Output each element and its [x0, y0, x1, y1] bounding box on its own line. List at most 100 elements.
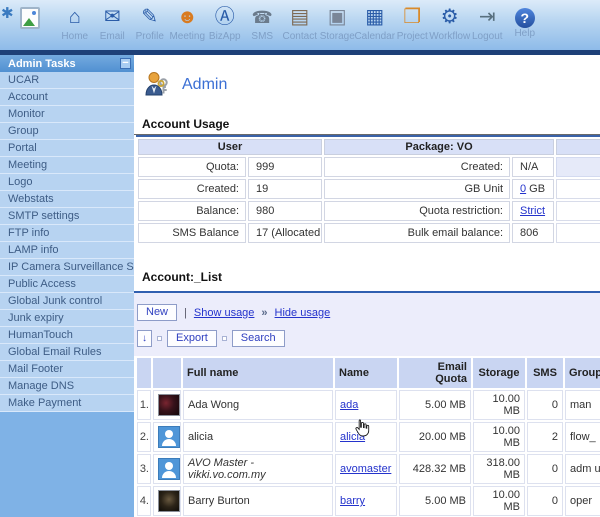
new-button[interactable]: New [137, 304, 177, 321]
sidebar-item-mail-footer[interactable]: Mail Footer [0, 361, 134, 378]
usage-cut-cell [556, 179, 600, 199]
sidebar-item-humantouch[interactable]: HumanTouch [0, 327, 134, 344]
show-usage-link[interactable]: Show usage [194, 307, 255, 319]
account-name-link[interactable]: alicia [340, 431, 365, 443]
sidebar-item-make-payment[interactable]: Make Payment [0, 395, 134, 412]
sidebar-item-manage-dns[interactable]: Manage DNS [0, 378, 134, 395]
sms-cell: 2 [527, 422, 563, 452]
usage-package-header: Package: VO [324, 139, 554, 155]
sidebar-item-webstats[interactable]: Webstats [0, 191, 134, 208]
toolbar-item-sms[interactable]: ☎SMS [244, 4, 282, 42]
column-header-group: Group [565, 358, 600, 388]
usage-cut-cell [556, 223, 600, 243]
sort-down-button[interactable]: ↓ [137, 330, 152, 347]
group-cell: oper [565, 486, 600, 516]
export-button[interactable]: Export [167, 330, 217, 347]
sidebar-item-meeting[interactable]: Meeting [0, 157, 134, 174]
toolbar-item-logout[interactable]: ⇥Logout [469, 4, 507, 42]
admin-user-key-icon [143, 70, 171, 101]
sidebar-item-smtp-settings[interactable]: SMTP settings [0, 208, 134, 225]
account-list-toolbar: New | Show usage » Hide usage ↓ Export S… [134, 293, 600, 356]
project-icon: ❐ [403, 4, 421, 31]
page-title: Admin [182, 76, 227, 94]
toolbar-item-label: Contact [283, 31, 317, 42]
sidebar-item-logo[interactable]: Logo [0, 174, 134, 191]
sms-icon: ☎ [252, 4, 273, 31]
sun-icon: ✱ [1, 4, 14, 22]
sidebar-item-portal[interactable]: Portal [0, 140, 134, 157]
account-usage-table: UserPackage: VO Quota:999Created:N/A Cre… [136, 135, 600, 245]
toolbar-item-help[interactable]: ?Help [506, 4, 544, 42]
content-panel: Admin Account Usage UserPackage: VO Quot… [134, 55, 600, 517]
toolbar-item-label: Workflow [429, 31, 470, 42]
row-number: 4. [137, 486, 151, 516]
profile-icon: ✎ [141, 4, 158, 31]
toolbar-item-profile[interactable]: ✎Profile [131, 4, 169, 42]
contact-icon: ▤ [290, 4, 309, 31]
account-usage-heading: Account Usage [142, 117, 600, 131]
account-name-link[interactable]: avomaster [340, 463, 391, 475]
toolbar-item-project[interactable]: ❐Project [394, 4, 432, 42]
toolbar-item-label: SMS [251, 31, 273, 42]
help-icon: ? [515, 8, 535, 28]
group-cell: flow_ [565, 422, 600, 452]
meeting-icon: ☻ [177, 4, 198, 31]
sidebar-item-ftp-info[interactable]: FTP info [0, 225, 134, 242]
sidebar-item-account[interactable]: Account [0, 89, 134, 106]
sidebar-item-global-email-rules[interactable]: Global Email Rules [0, 344, 134, 361]
top-toolbar: ✱ ⌂Home✉Email✎Profile☻MeetingⒶBizApp☎SMS… [0, 0, 600, 55]
collapse-minus-icon[interactable]: − [120, 58, 131, 69]
group-cell: adm user [565, 454, 600, 484]
search-button[interactable]: Search [232, 330, 285, 347]
storage-cell: 10.00 MB [473, 390, 525, 420]
sidebar-item-ip-camera-surveillance-setup[interactable]: IP Camera Surveillance Setup [0, 259, 134, 276]
usage-value: 19 [248, 179, 322, 199]
quota-restriction-link[interactable]: Strict [520, 205, 545, 217]
toolbar-item-home[interactable]: ⌂Home [56, 4, 94, 42]
storage-cell: 318.00 MB [473, 454, 525, 484]
sms-cell: 0 [527, 390, 563, 420]
sidebar-item-monitor[interactable]: Monitor [0, 106, 134, 123]
sms-cell: 0 [527, 454, 563, 484]
toolbar-item-calendar[interactable]: ▦Calendar [356, 4, 394, 42]
toolbar-item-meeting[interactable]: ☻Meeting [169, 4, 207, 42]
toolbar-item-label: Home [61, 31, 88, 42]
storage-cell: 10.00 MB [473, 486, 525, 516]
usage-user-header: User [138, 139, 322, 155]
usage-value: 806 [512, 223, 554, 243]
toolbar-item-bizapp[interactable]: ⒶBizApp [206, 4, 244, 42]
toolbar-item-label: BizApp [209, 31, 241, 42]
toolbar-item-workflow[interactable]: ⚙Workflow [431, 4, 469, 42]
sidebar-item-public-access[interactable]: Public Access [0, 276, 134, 293]
usage-cut-cell [556, 201, 600, 221]
bizapp-icon: Ⓐ [215, 4, 235, 31]
sidebar-item-global-junk-control[interactable]: Global Junk control [0, 293, 134, 310]
column-header-sms: SMS [527, 358, 563, 388]
gb-unit-link[interactable]: 0 [520, 183, 526, 195]
sidebar-item-ucar[interactable]: UCAR [0, 72, 134, 89]
group-cell: man [565, 390, 600, 420]
usage-value: Strict [512, 201, 554, 221]
sidebar-item-junk-expiry[interactable]: Junk expiry [0, 310, 134, 327]
column-header-avatar [153, 358, 181, 388]
account-list-heading: Account:_List [142, 270, 600, 284]
dot-separator-icon [222, 336, 227, 341]
toolbar-item-label: Profile [136, 31, 164, 42]
account-name-link[interactable]: barry [340, 495, 365, 507]
toolbar-item-contact[interactable]: ▤Contact [281, 4, 319, 42]
row-number: 3. [137, 454, 151, 484]
sidebar-item-lamp-info[interactable]: LAMP info [0, 242, 134, 259]
hide-usage-link[interactable]: Hide usage [275, 307, 331, 319]
email-quota-cell: 428.32 MB [399, 454, 471, 484]
email-quota-cell: 20.00 MB [399, 422, 471, 452]
usage-value: 999 [248, 157, 322, 177]
toolbar-item-email[interactable]: ✉Email [94, 4, 132, 42]
toolbar-item-label: Calendar [354, 31, 395, 42]
sidebar-item-group[interactable]: Group [0, 123, 134, 140]
sms-cell: 0 [527, 486, 563, 516]
email-icon: ✉ [104, 4, 121, 31]
account-name-link[interactable]: ada [340, 399, 358, 411]
usage-label: SMS Balance [138, 223, 246, 243]
storage-cell: 10.00 MB [473, 422, 525, 452]
toolbar-item-storage[interactable]: ▣Storage [319, 4, 357, 42]
